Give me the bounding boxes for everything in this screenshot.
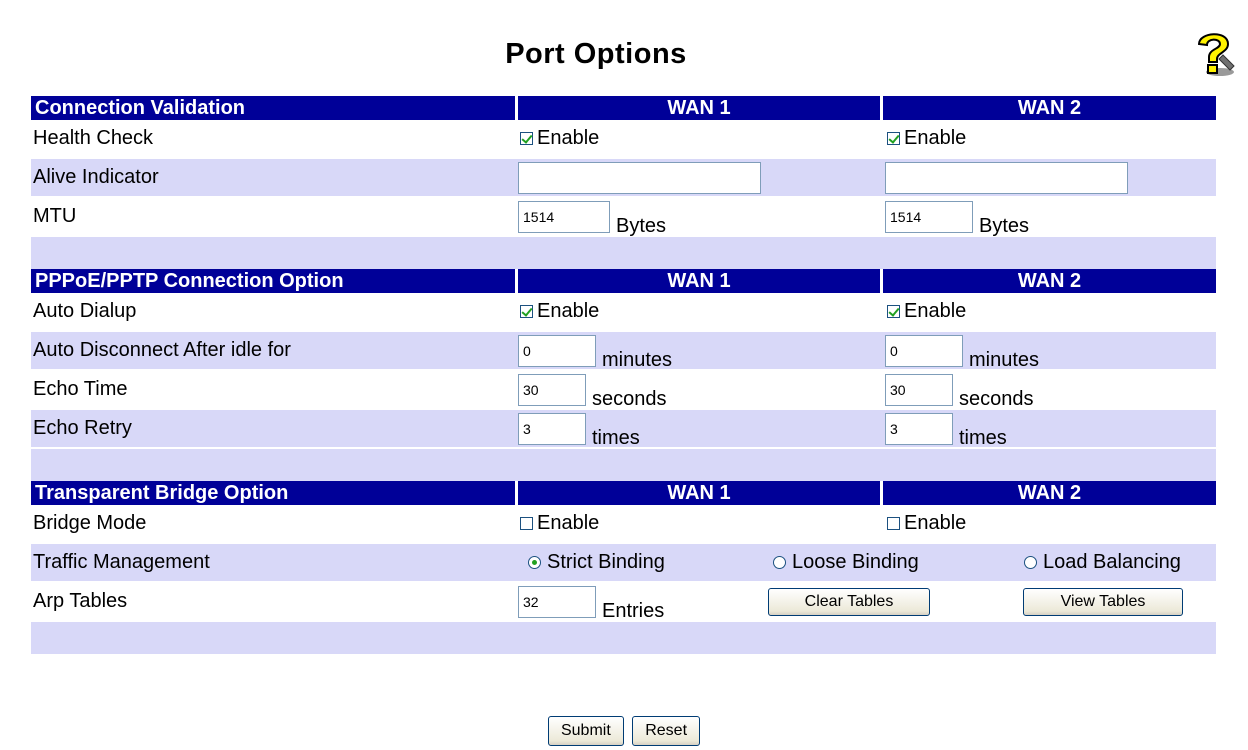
- load-balancing-label: Load Balancing: [1043, 551, 1181, 573]
- wan1-echo-time-input[interactable]: [518, 373, 586, 406]
- echo-retry-row: Echo Retry times times: [31, 410, 1216, 449]
- auto-dialup-row: Auto Dialup Enable Enable: [31, 293, 1216, 332]
- arp-tables-unit: Entries: [602, 599, 665, 622]
- section-title: Connection Validation: [31, 96, 518, 120]
- alive-indicator-label: Alive Indicator: [31, 159, 518, 198]
- wan2-bridge-mode-enable-label: Enable: [904, 511, 967, 534]
- wan2-health-check-enable-label: Enable: [904, 126, 967, 149]
- wan2-health-check-checkbox[interactable]: [887, 131, 900, 145]
- wan1-mtu-unit: Bytes: [616, 214, 667, 237]
- submit-button[interactable]: Submit: [547, 716, 624, 746]
- alive-indicator-row: Alive Indicator: [31, 159, 1216, 198]
- auto-disconnect-row: Auto Disconnect After idle for minutes m…: [31, 332, 1216, 371]
- wan1-column-header: WAN 1: [518, 481, 883, 505]
- arp-tables-row: Arp Tables Entries Clear Tables View Tab…: [31, 583, 1216, 622]
- section-title: PPPoE/PPTP Connection Option: [31, 269, 518, 293]
- traffic-management-label: Traffic Management: [31, 544, 518, 583]
- wan1-mtu-input[interactable]: [518, 200, 610, 233]
- section-spacer: [31, 622, 1216, 654]
- wan1-health-check-checkbox[interactable]: [520, 131, 533, 145]
- wan1-alive-indicator-input[interactable]: [518, 161, 761, 194]
- reset-button[interactable]: Reset: [632, 716, 701, 746]
- wan1-auto-dialup-checkbox[interactable]: [520, 304, 533, 318]
- view-tables-button[interactable]: View Tables: [1023, 587, 1183, 616]
- echo-time-row: Echo Time seconds seconds: [31, 371, 1216, 410]
- wan1-column-header: WAN 1: [518, 269, 883, 293]
- wan2-echo-retry-input[interactable]: [885, 412, 953, 445]
- port-options-table: Connection Validation WAN 1 WAN 2 Health…: [31, 96, 1216, 654]
- wan2-mtu-input[interactable]: [885, 200, 973, 233]
- transparent-bridge-header: Transparent Bridge Option WAN 1 WAN 2: [31, 481, 1216, 505]
- bridge-mode-label: Bridge Mode: [31, 505, 518, 544]
- section-spacer: [31, 449, 1216, 481]
- help-question-icon[interactable]: [1190, 28, 1238, 80]
- wan1-column-header: WAN 1: [518, 96, 883, 120]
- echo-time-label: Echo Time: [31, 371, 518, 410]
- wan2-alive-indicator-input[interactable]: [885, 161, 1128, 194]
- section-spacer: [31, 237, 1216, 269]
- wan2-column-header: WAN 2: [883, 481, 1216, 505]
- auto-dialup-label: Auto Dialup: [31, 293, 518, 332]
- traffic-management-row: Traffic Management Strict Binding Loose …: [31, 544, 1216, 583]
- page-title: Port Options: [505, 38, 687, 70]
- wan1-auto-dialup-enable-label: Enable: [537, 299, 600, 322]
- wan2-bridge-mode-checkbox[interactable]: [887, 516, 900, 530]
- wan1-health-check-enable-label: Enable: [537, 126, 600, 149]
- strict-binding-label: Strict Binding: [547, 551, 665, 573]
- loose-binding-label: Loose Binding: [792, 551, 919, 573]
- wan1-bridge-mode-checkbox[interactable]: [520, 516, 533, 530]
- health-check-label: Health Check: [31, 120, 518, 159]
- wan2-echo-retry-unit: times: [959, 426, 1007, 449]
- strict-binding-radio[interactable]: [528, 556, 541, 569]
- echo-retry-label: Echo Retry: [31, 410, 518, 449]
- clear-tables-button[interactable]: Clear Tables: [768, 587, 930, 616]
- wan2-mtu-unit: Bytes: [979, 214, 1030, 237]
- wan1-echo-time-unit: seconds: [592, 387, 667, 410]
- wan1-echo-retry-unit: times: [592, 426, 640, 449]
- loose-binding-radio[interactable]: [773, 556, 786, 569]
- pppoe-pptp-header: PPPoE/PPTP Connection Option WAN 1 WAN 2: [31, 269, 1216, 293]
- wan2-auto-disconnect-unit: minutes: [969, 348, 1040, 371]
- wan1-echo-retry-input[interactable]: [518, 412, 586, 445]
- wan1-auto-disconnect-unit: minutes: [602, 348, 673, 371]
- wan2-echo-time-input[interactable]: [885, 373, 953, 406]
- arp-tables-input[interactable]: [518, 585, 596, 618]
- wan2-auto-dialup-enable-label: Enable: [904, 299, 967, 322]
- wan2-auto-dialup-checkbox[interactable]: [887, 304, 900, 318]
- wan2-column-header: WAN 2: [883, 269, 1216, 293]
- wan2-echo-time-unit: seconds: [959, 387, 1034, 410]
- connection-validation-header: Connection Validation WAN 1 WAN 2: [31, 96, 1216, 120]
- form-actions: Submit Reset: [0, 716, 1248, 746]
- auto-disconnect-label: Auto Disconnect After idle for: [31, 332, 518, 371]
- wan2-column-header: WAN 2: [883, 96, 1216, 120]
- section-title: Transparent Bridge Option: [31, 481, 518, 505]
- load-balancing-radio[interactable]: [1024, 556, 1037, 569]
- wan1-auto-disconnect-input[interactable]: [518, 334, 596, 367]
- arp-tables-label: Arp Tables: [31, 583, 518, 622]
- wan1-bridge-mode-enable-label: Enable: [537, 511, 600, 534]
- health-check-row: Health Check Enable Enable: [31, 120, 1216, 159]
- mtu-label: MTU: [31, 198, 518, 237]
- mtu-row: MTU Bytes Bytes: [31, 198, 1216, 237]
- wan2-auto-disconnect-input[interactable]: [885, 334, 963, 367]
- bridge-mode-row: Bridge Mode Enable Enable: [31, 505, 1216, 544]
